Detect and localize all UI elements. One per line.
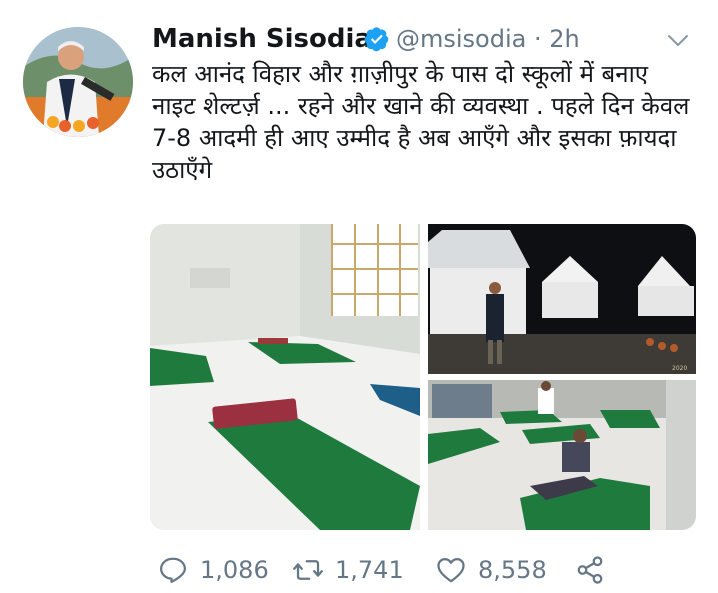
share-icon: [577, 556, 603, 584]
media-photo-tents[interactable]: 2020: [428, 224, 696, 374]
media-photo-room[interactable]: [150, 224, 420, 530]
share-button[interactable]: [575, 552, 617, 588]
reply-icon: [160, 557, 186, 583]
tweet-media[interactable]: 2020: [150, 224, 696, 530]
author-name[interactable]: Manish Sisodia: [152, 22, 372, 56]
tweet-actions: 1,086 1,741 8,558: [150, 552, 670, 588]
tweet[interactable]: Manish Sisodia @msisodia · 2h कल आनंद वि…: [0, 0, 718, 593]
retweet-button[interactable]: 1,741: [293, 552, 404, 588]
media-photo-hall[interactable]: [428, 380, 696, 530]
avatar[interactable]: [23, 27, 133, 137]
photo-date-stamp: 2020: [672, 365, 687, 372]
chevron-down-icon[interactable]: [666, 28, 690, 52]
heart-icon: [437, 558, 465, 583]
handle-and-time: @msisodia · 2h: [396, 22, 580, 56]
tweet-text: कल आनंद विहार और ग़ाज़ीपुर के पास दो स्क…: [152, 60, 690, 184]
author-handle[interactable]: @msisodia: [396, 25, 526, 53]
separator-dot: ·: [534, 25, 542, 53]
retweet-icon: [293, 560, 323, 580]
retweet-count: 1,741: [335, 556, 404, 584]
reply-count: 1,086: [200, 556, 269, 584]
like-button[interactable]: 8,558: [436, 552, 547, 588]
tweet-header: Manish Sisodia @msisodia · 2h: [152, 22, 700, 62]
verified-badge-icon: [364, 27, 389, 52]
avatar-photo: [23, 27, 133, 137]
reply-button[interactable]: 1,086: [158, 552, 269, 588]
tweet-time[interactable]: 2h: [549, 25, 579, 53]
like-count: 8,558: [478, 556, 547, 584]
